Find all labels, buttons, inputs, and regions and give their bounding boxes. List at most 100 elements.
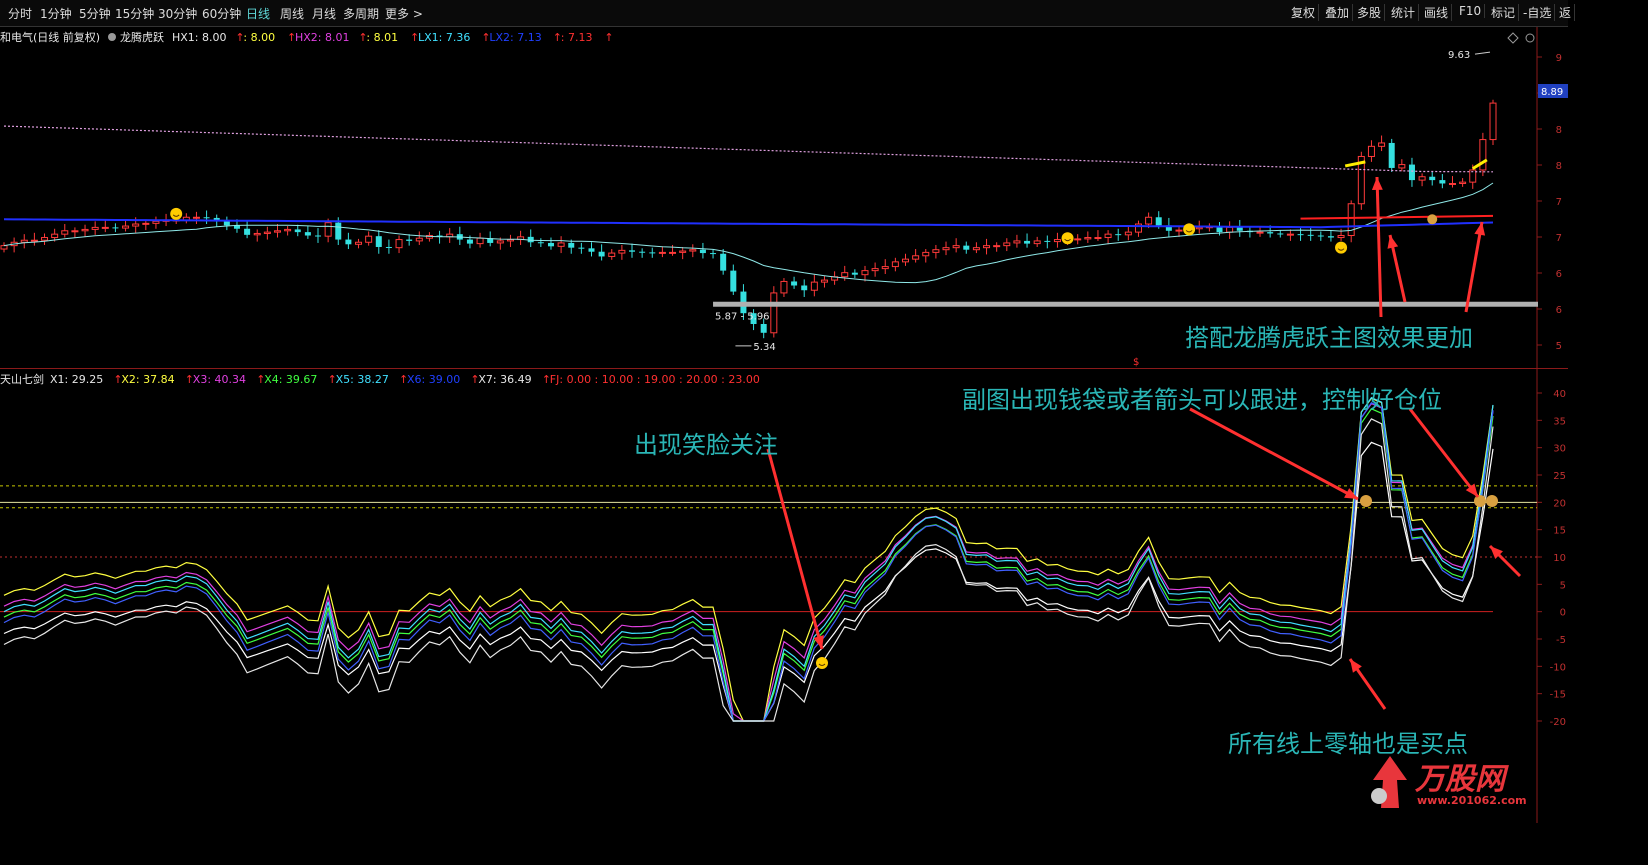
candle-body <box>315 235 322 237</box>
candle-body <box>476 237 484 245</box>
money-bag-icon <box>1486 495 1498 507</box>
stats-button[interactable]: 统计 <box>1388 4 1420 21</box>
tab-period-monthly[interactable]: 月线 <box>312 5 336 22</box>
candle-body <box>355 241 363 245</box>
tab-period-1min[interactable]: 1分钟 <box>40 5 72 22</box>
candle-body <box>253 232 261 236</box>
candle-body <box>710 253 717 255</box>
candle-body <box>963 245 970 250</box>
sub-axis-label: 15 <box>1553 526 1566 537</box>
annotation-sub-note: 副图出现钱袋或者箭头可以跟进，控制好仓位 <box>962 386 1442 414</box>
sub-legend-item: X1: 29.25 <box>50 373 103 386</box>
candle-body <box>1115 234 1122 236</box>
back-button[interactable]: 返 <box>1556 4 1576 21</box>
sub-axis-label: 30 <box>1553 444 1566 455</box>
tab-period-fenshi[interactable]: 分时 <box>8 5 32 22</box>
draw-line-button[interactable]: 画线 <box>1421 4 1453 21</box>
candle-body <box>1277 233 1284 235</box>
candle-body <box>1256 231 1264 234</box>
tab-period-multi[interactable]: 多周期 <box>343 5 379 22</box>
smile-face-icon <box>1335 241 1348 254</box>
support-band-label: 5.87 - 5.96 <box>715 312 770 323</box>
sub-legend-item: FJ: 0.00 : 10.00 : 19.00 : 20.00 : 23.00 <box>550 373 760 386</box>
candle-body <box>1267 232 1274 234</box>
candle-body <box>1145 216 1153 225</box>
candle-body <box>1439 180 1446 184</box>
tab-period-daily[interactable]: 日线 <box>246 5 270 22</box>
tab-period-60min[interactable]: 60分钟 <box>202 5 241 22</box>
candle-body <box>881 266 889 270</box>
tab-period-30min[interactable]: 30分钟 <box>158 5 197 22</box>
period-toolbar: 分时 1分钟 5分钟 15分钟 30分钟 60分钟 日线 周线 月线 多周期 更… <box>0 0 1576 27</box>
candle-body <box>932 249 940 253</box>
candle-body <box>1429 176 1436 181</box>
candle-body <box>891 261 899 268</box>
candle-body <box>841 272 849 278</box>
candle-body <box>365 235 373 243</box>
candle-body <box>223 221 230 226</box>
candle-body <box>294 229 301 233</box>
candle-body <box>1003 242 1011 247</box>
candle-body <box>1053 239 1061 243</box>
sub-legend-item: X4: 39.67 <box>264 373 317 386</box>
adjust-button[interactable]: 复权 <box>1288 4 1320 21</box>
candle-body <box>791 281 798 286</box>
candle-body <box>1286 233 1294 236</box>
candle-body <box>20 239 28 243</box>
indicator-settings-icon <box>108 33 116 41</box>
main-legend-item: : 7.13 <box>561 31 593 44</box>
candle-body <box>203 217 210 219</box>
candle-body <box>649 252 656 254</box>
tab-period-5min[interactable]: 5分钟 <box>79 5 111 22</box>
candle-body <box>1044 240 1051 242</box>
candle-body <box>112 227 119 229</box>
tab-period-weekly[interactable]: 周线 <box>280 5 304 22</box>
candle-body <box>942 247 950 251</box>
candle-body <box>71 230 79 233</box>
bull-logo-icon <box>1371 756 1407 808</box>
sub-axis-label: 35 <box>1553 416 1566 427</box>
mark-button[interactable]: 标记 <box>1488 4 1520 21</box>
price-axis-label: 7 <box>1556 233 1562 244</box>
candle-body <box>1367 145 1375 157</box>
candle-body <box>871 268 879 272</box>
candle-body <box>780 280 788 294</box>
tab-period-more[interactable]: 更多 > <box>385 5 423 22</box>
candle-body <box>415 237 423 242</box>
overlay-button[interactable]: 叠加 <box>1322 4 1354 21</box>
sub-legend-item: X7: 36.49 <box>478 373 531 386</box>
price-axis-label: 8 <box>1556 161 1562 172</box>
sub-legend-item: X6: 39.00 <box>407 373 460 386</box>
candle-body <box>263 231 271 234</box>
candle-body <box>61 230 69 235</box>
candle-body <box>993 245 1001 248</box>
candle-body <box>760 324 767 333</box>
candle-body <box>91 226 99 230</box>
multi-stock-button[interactable]: 多股 <box>1354 4 1386 21</box>
smile-face-icon <box>1183 223 1196 236</box>
candle-body <box>557 242 565 247</box>
candle-body <box>244 228 251 235</box>
candle-body <box>658 251 666 254</box>
main-legend-indicator: 龙腾虎跃 <box>120 30 164 44</box>
candle-body <box>1236 227 1243 231</box>
tab-period-15min[interactable]: 15分钟 <box>115 5 154 22</box>
candle-body <box>122 225 130 229</box>
candle-body <box>1084 237 1092 240</box>
candle-body <box>1104 233 1112 239</box>
site-logo: 万股网 www.201062.com <box>1365 752 1545 812</box>
candle-body <box>1388 142 1395 168</box>
candle-body <box>608 252 616 257</box>
annotation-main-note: 搭配龙腾虎跃主图效果更加 <box>1185 324 1473 352</box>
main-legend-item: LX2: 7.13 <box>489 31 541 44</box>
candle-body <box>1013 240 1021 244</box>
candle-body <box>406 239 413 241</box>
main-legend-item: HX1: 8.00 <box>172 31 227 44</box>
f10-button[interactable]: F10 <box>1456 4 1486 18</box>
watchlist-button[interactable]: -自选 <box>1520 4 1556 21</box>
candle-body <box>1398 164 1406 169</box>
candle-body <box>152 220 160 224</box>
candle-body <box>972 247 980 251</box>
candle-body <box>335 222 342 240</box>
candle-body <box>1033 240 1041 245</box>
